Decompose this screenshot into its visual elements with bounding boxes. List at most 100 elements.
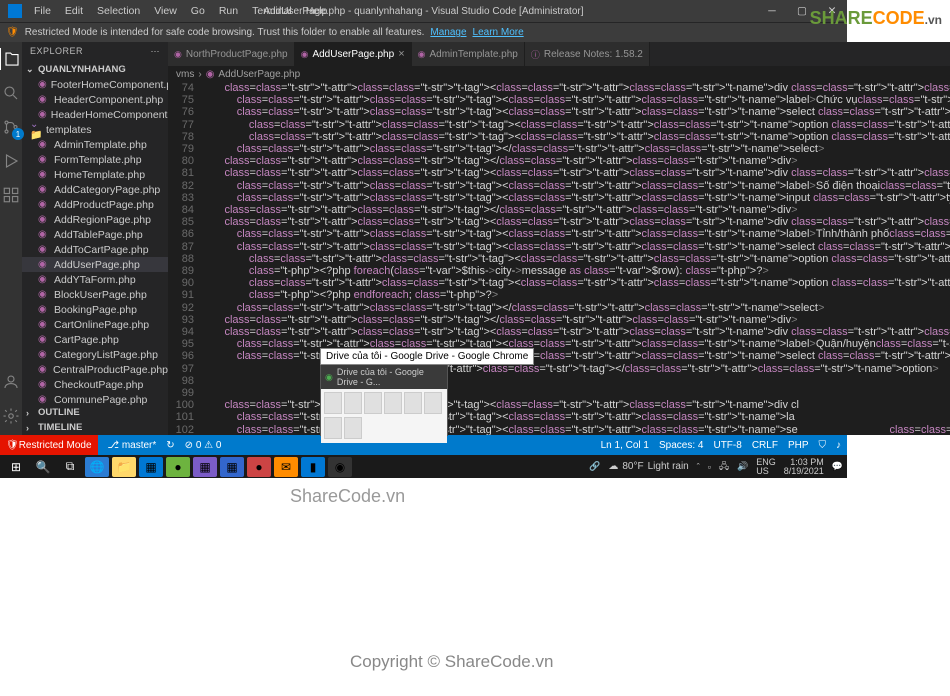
taskbar-thumbnail[interactable]: ◉ Drive của tôi - Google Drive - G...	[320, 364, 448, 436]
file-item[interactable]: ◉HomeTemplate.php	[22, 167, 168, 182]
php-file-icon: ◉	[38, 304, 50, 315]
status-item[interactable]: ♪	[836, 440, 841, 451]
tab-label: Release Notes: 1.58.2	[544, 49, 643, 60]
editor-tab[interactable]: ◉NorthProductPage.php	[168, 42, 295, 66]
app-icon[interactable]: ✉	[274, 457, 298, 477]
file-name: CategoryListPage.php	[54, 349, 158, 361]
editor-tab[interactable]: ◉AddUserPage.php×	[295, 42, 412, 66]
source-control-icon[interactable]: 1	[0, 116, 22, 138]
sync-button[interactable]: ↻	[166, 440, 174, 451]
outline-section[interactable]: › OUTLINE	[22, 405, 168, 420]
explorer-icon[interactable]	[0, 48, 21, 70]
clock[interactable]: 1:03 PM8/19/2021	[784, 458, 824, 476]
file-item[interactable]: ◉AddToCartPage.php	[22, 242, 168, 257]
restricted-mode-badge[interactable]: 🛡 Restricted Mode	[0, 435, 98, 455]
status-item[interactable]: Ln 1, Col 1	[601, 440, 649, 451]
file-item[interactable]: ◉FooterHomeComponent.php	[22, 77, 168, 92]
menu-edit[interactable]: Edit	[59, 3, 89, 19]
file-item[interactable]: ◉CartOnlinePage.php	[22, 317, 168, 332]
shield-icon: 🛡	[6, 27, 19, 38]
problems-indicator[interactable]: ⊘ 0 ⚠ 0	[185, 440, 222, 451]
app-icon[interactable]: ▦	[193, 457, 217, 477]
editor-tab[interactable]: ◉AdminTemplate.php	[412, 42, 525, 66]
breadcrumb-item[interactable]: vms	[176, 69, 194, 80]
timeline-section[interactable]: › TIMELINE	[22, 420, 168, 435]
folder-item[interactable]: ⌄ 📁templates	[22, 122, 168, 137]
app-icon[interactable]: ▦	[220, 457, 244, 477]
folder-icon: ⌄ 📁	[30, 119, 42, 141]
link-icon[interactable]: 🔗	[589, 461, 600, 472]
app-icon[interactable]: ●	[166, 457, 190, 477]
php-file-icon: ◉	[38, 349, 50, 360]
app-icon[interactable]: ▦	[139, 457, 163, 477]
chrome-taskbar-icon[interactable]: ◉	[328, 457, 352, 477]
file-icon: ⓘ	[531, 48, 540, 61]
code-content[interactable]: class=class="t-str">"t-attr">class=class…	[200, 82, 950, 435]
file-item[interactable]: ◉AddCategoryPage.php	[22, 182, 168, 197]
volume-icon[interactable]: 🔊	[737, 461, 748, 472]
branch-indicator[interactable]: ⎇ master*	[108, 440, 157, 451]
vscode-taskbar-icon[interactable]: ▮	[301, 457, 325, 477]
close-tab-icon[interactable]: ×	[398, 48, 404, 60]
file-item[interactable]: ◉AddUserPage.php	[22, 257, 168, 272]
project-section[interactable]: ⌄ QUANLYNHAHANG	[22, 62, 168, 77]
search-icon[interactable]	[0, 82, 22, 104]
editor-tab[interactable]: ⓘ Release Notes: 1.58.2	[525, 42, 650, 66]
tray-icon[interactable]: ▫	[708, 462, 711, 472]
file-item[interactable]: ◉HeaderHomeComponent.php	[22, 107, 168, 122]
breadcrumb-main[interactable]: vms › ◉ AddUserPage.php	[168, 66, 950, 82]
php-file-icon: ◉	[38, 184, 50, 195]
file-item[interactable]: ◉HeaderComponent.php	[22, 92, 168, 107]
file-item[interactable]: ◉CommunePage.php	[22, 392, 168, 405]
extensions-icon[interactable]	[0, 184, 22, 206]
file-item[interactable]: ◉ CategoryListPage.php	[22, 347, 168, 362]
editor-group-main: ◉NorthProductPage.php◉AddUserPage.php×◉A…	[168, 42, 950, 435]
status-item[interactable]: PHP	[788, 440, 809, 451]
sidebar-more-icon[interactable]: ⋯	[151, 46, 161, 58]
status-item[interactable]: ⛉	[819, 440, 827, 451]
file-name: AddUserPage.php	[54, 259, 140, 271]
file-item[interactable]: ◉AdminTemplate.php	[22, 137, 168, 152]
file-item[interactable]: ◉AddTablePage.php	[22, 227, 168, 242]
explorer-icon[interactable]: 📁	[112, 457, 136, 477]
file-item[interactable]: ◉CartPage.php	[22, 332, 168, 347]
file-item[interactable]: ◉CheckoutPage.php	[22, 377, 168, 392]
start-button[interactable]: ⊞	[4, 457, 28, 477]
app-icon[interactable]: ●	[247, 457, 271, 477]
menu-file[interactable]: File	[28, 3, 57, 19]
file-item[interactable]: ◉AddYTaForm.php	[22, 272, 168, 287]
menu-selection[interactable]: Selection	[91, 3, 146, 19]
php-file-icon: ◉	[38, 319, 50, 330]
edge-icon[interactable]: 🌐	[85, 457, 109, 477]
notification-icon[interactable]: 💬	[832, 461, 843, 472]
status-item[interactable]: UTF-8	[713, 440, 741, 451]
weather-widget[interactable]: ☁ 80°F Light rain	[608, 461, 688, 472]
status-item[interactable]: Spaces: 4	[659, 440, 703, 451]
tray-chevron-icon[interactable]: ˆ	[697, 462, 700, 472]
menu-go[interactable]: Go	[185, 3, 211, 19]
tab-label: AdminTemplate.php	[429, 49, 517, 60]
manage-link[interactable]: Manage	[430, 27, 466, 38]
status-item[interactable]: CRLF	[752, 440, 778, 451]
file-item[interactable]: ◉AddProductPage.php	[22, 197, 168, 212]
code-editor-main[interactable]: 74 75 76 77 78 79 80 81 82 83 84 85 86 8…	[168, 82, 950, 435]
language-indicator[interactable]: ENGUS	[756, 458, 776, 476]
task-view-button[interactable]: ⧉	[58, 457, 82, 477]
search-button[interactable]: 🔍	[31, 457, 55, 477]
menu-run[interactable]: Run	[213, 3, 244, 19]
file-item[interactable]: ◉BlockUserPage.php	[22, 287, 168, 302]
network-icon[interactable]: 🖧	[719, 459, 729, 475]
file-item[interactable]: ◉CentralProductPage.php	[22, 362, 168, 377]
file-item[interactable]: ◉FormTemplate.php	[22, 152, 168, 167]
menu-view[interactable]: View	[148, 3, 183, 19]
minimize-button[interactable]: ─	[757, 0, 787, 22]
file-item[interactable]: ◉AddRegionPage.php	[22, 212, 168, 227]
sidebar: EXPLORER ⋯ ⌄ QUANLYNHAHANG ◉FooterHomeCo…	[22, 42, 168, 435]
file-item[interactable]: ◉BookingPage.php	[22, 302, 168, 317]
account-icon[interactable]	[0, 371, 22, 393]
run-debug-icon[interactable]	[0, 150, 22, 172]
breadcrumb-item[interactable]: AddUserPage.php	[218, 69, 300, 80]
file-name: HeaderHomeComponent.php	[51, 109, 168, 121]
settings-icon[interactable]	[0, 405, 22, 427]
learn-more-link[interactable]: Learn More	[473, 27, 524, 38]
